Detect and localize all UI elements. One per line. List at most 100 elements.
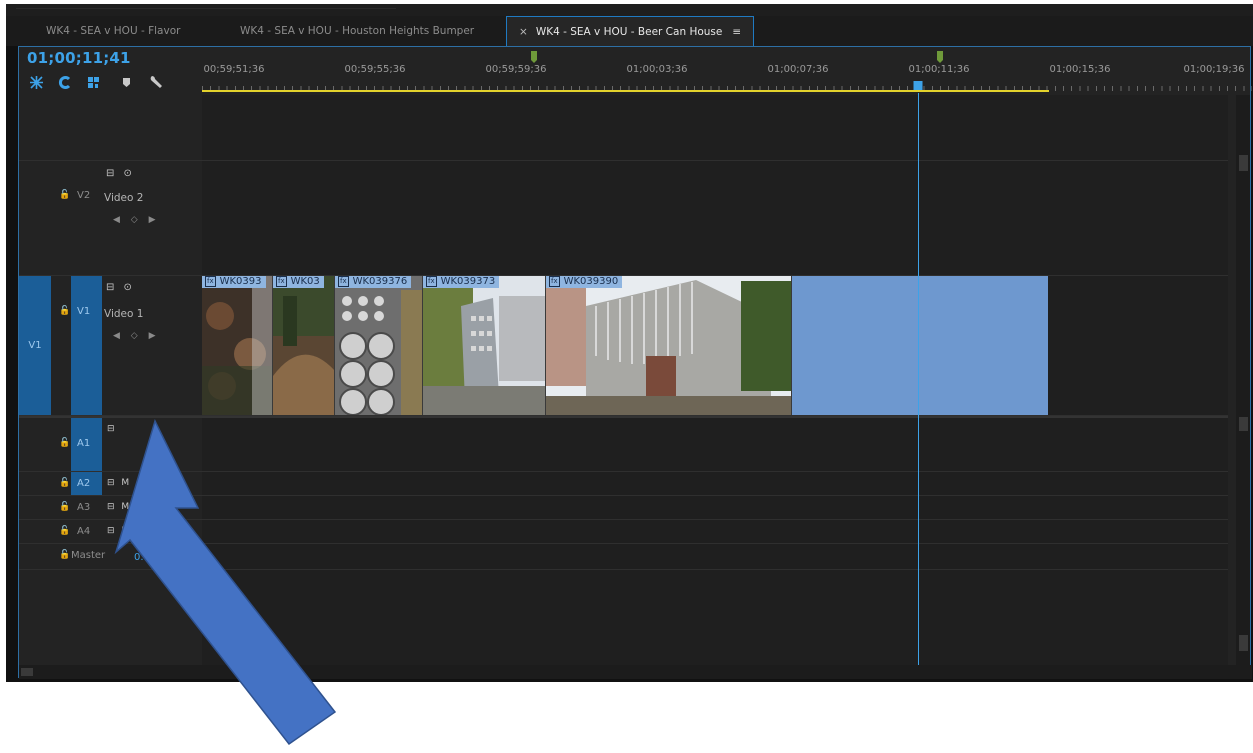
timeline-panel: 01;00;11;41 00;59;51;36 00;59;55;36 00;5… (18, 46, 1252, 679)
tab-houston-heights-bumper[interactable]: WK4 - SEA v HOU - Houston Heights Bumper (228, 16, 486, 46)
playhead-handle[interactable] (913, 81, 923, 90)
lock-icon[interactable]: 🔓 (59, 306, 70, 316)
video-clip[interactable]: fx WK039376 (335, 276, 423, 415)
scroll-thumb[interactable] (1239, 155, 1248, 171)
track-header-master: 🔓 Master 0.0 (19, 544, 202, 570)
lock-icon[interactable]: 🔓 (59, 550, 70, 560)
ruler-tick-label: 00;59;51;36 (203, 64, 265, 75)
scroll-thumb[interactable] (1239, 417, 1248, 431)
fx-badge-icon: fx (426, 276, 437, 287)
video-clip[interactable]: fx WK0393 (202, 276, 273, 415)
track-a4-icons[interactable]: ⊟ M S (107, 526, 144, 536)
top-strip-divider (16, 8, 396, 9)
tab-menu-icon[interactable]: ≡ (732, 26, 741, 38)
keyframe-nav-icons[interactable]: ◀ ◇ ▶ (113, 331, 160, 341)
track-header-a1: 🔓 A1 ⊟ (19, 416, 202, 472)
clip-name: WK03 (290, 276, 320, 287)
sequence-marker[interactable] (531, 51, 537, 63)
track-header-a2: 🔓 A2 ⊟ M (19, 472, 202, 496)
track-a2-label[interactable]: A2 (77, 478, 90, 489)
tab-houston-heights-bumper-label: WK4 - SEA v HOU - Houston Heights Bumper (240, 25, 475, 37)
sequence-tab-bar: WK4 - SEA v HOU - Flavor WK4 - SEA v HOU… (6, 16, 1253, 46)
master-track-label: Master (71, 550, 106, 561)
tab-flavor-label: WK4 - SEA v HOU - Flavor (46, 25, 181, 37)
clip-label: fx WK039376 (335, 276, 412, 288)
clip-name: WK039390 (563, 276, 619, 287)
track-v2-output-icons[interactable]: ⊟ ⊙ (106, 168, 135, 179)
track-v1-output-icons[interactable]: ⊟ ⊙ (106, 282, 135, 293)
track-row-v1[interactable]: fx WK0393 fx WK03 fx WK039376 fx WK039373 fx… (202, 276, 1228, 416)
lock-icon[interactable]: 🔓 (59, 190, 70, 200)
horizontal-scrollbar[interactable] (19, 665, 1252, 679)
track-row-a2[interactable] (202, 472, 1228, 496)
lock-icon[interactable]: 🔓 (59, 478, 70, 488)
window-top-strip (6, 4, 1253, 16)
fx-badge-icon: fx (338, 276, 349, 287)
add-marker-icon[interactable] (85, 73, 103, 91)
track-a1-icons[interactable]: ⊟ (107, 424, 117, 434)
clip-name: WK039376 (352, 276, 408, 287)
clip-name: WK0393 (219, 276, 262, 287)
fx-badge-icon: fx (205, 276, 216, 287)
sequence-marker[interactable] (937, 51, 943, 63)
track-row-a1[interactable] (202, 416, 1228, 472)
source-patch-v1[interactable]: V1 (19, 276, 51, 415)
lock-icon[interactable]: 🔓 (59, 438, 70, 448)
tab-beer-can-house-label: WK4 - SEA v HOU - Beer Can House (535, 26, 723, 38)
track-a3-icons[interactable]: ⊟ M (107, 502, 131, 512)
track-v1-label[interactable]: V1 (77, 306, 90, 317)
track-header-a4: 🔓 A4 ⊟ M S (19, 520, 202, 544)
playhead-timecode[interactable]: 01;00;11;41 (27, 49, 131, 67)
playhead-line (918, 93, 919, 665)
ruler-tick-label: 01;00;11;36 (908, 64, 970, 75)
tab-close-icon[interactable]: × (519, 26, 528, 38)
video-clip[interactable]: fx WK039373 (423, 276, 546, 415)
track-header-a3: 🔓 A3 ⊟ M (19, 496, 202, 520)
track-row-master[interactable] (202, 544, 1228, 570)
video-clip[interactable]: fx WK03 (273, 276, 335, 415)
keyframe-nav-icons[interactable]: ◀ ◇ ▶ (113, 215, 160, 225)
track-a4-label[interactable]: A4 (77, 526, 90, 537)
lock-icon[interactable]: 🔓 (59, 502, 70, 512)
tab-flavor[interactable]: WK4 - SEA v HOU - Flavor (34, 16, 192, 46)
marker-icon[interactable] (117, 73, 135, 91)
scroll-thumb[interactable] (21, 668, 33, 676)
scroll-thumb[interactable] (1239, 635, 1248, 651)
track-a3-label[interactable]: A3 (77, 502, 90, 513)
vertical-scrollbar[interactable] (1236, 95, 1250, 665)
premiere-window: WK4 - SEA v HOU - Flavor WK4 - SEA v HOU… (6, 4, 1253, 682)
wrench-icon[interactable] (147, 73, 165, 91)
clip-thumbnail (423, 276, 545, 415)
clip-label: fx WK0393 (202, 276, 266, 288)
master-volume-value[interactable]: 0.0 (134, 552, 150, 563)
selected-empty-region[interactable] (792, 276, 1048, 415)
track-a1-label[interactable]: A1 (77, 438, 90, 449)
clip-thumbnail (202, 276, 272, 415)
track-headers: ⊟ ⊙ 🔓 V2 Video 2 ◀ ◇ ▶ V1 🔓 V1 ⊟ ⊙ Video… (19, 95, 202, 665)
ruler-tick-label: 01;00;07;36 (767, 64, 829, 75)
track-row-v2[interactable] (202, 161, 1228, 276)
clip-thumbnail (273, 276, 334, 415)
ruler-tick-label: 00;59;59;36 (485, 64, 547, 75)
ruler-tick-label: 01;00;15;36 (1049, 64, 1111, 75)
track-v2-label[interactable]: V2 (77, 190, 90, 201)
clip-label: fx WK039373 (423, 276, 500, 288)
fx-badge-icon: fx (549, 276, 560, 287)
work-area-bar[interactable] (202, 90, 1049, 92)
track-target-v1[interactable] (71, 276, 102, 415)
time-ruler[interactable]: 00;59;51;36 00;59;55;36 00;59;59;36 01;0… (202, 47, 1252, 95)
empty-track-header (19, 95, 202, 161)
ruler-tick-label: 00;59;55;36 (344, 64, 406, 75)
track-row-a3[interactable] (202, 496, 1228, 520)
snap-icon[interactable] (27, 73, 45, 91)
clip-label: fx WK039390 (546, 276, 623, 288)
track-a2-icons[interactable]: ⊟ M (107, 478, 131, 488)
lock-icon[interactable]: 🔓 (59, 526, 70, 536)
ruler-tick-label: 01;00;03;36 (626, 64, 688, 75)
clip-label: fx WK03 (273, 276, 324, 288)
track-row-a4[interactable] (202, 520, 1228, 544)
tab-beer-can-house[interactable]: × WK4 - SEA v HOU - Beer Can House ≡ (506, 16, 755, 46)
linked-selection-icon[interactable] (55, 73, 73, 91)
video-clip[interactable]: fx WK039390 (546, 276, 792, 415)
track-area[interactable]: fx WK0393 fx WK03 fx WK039376 fx WK039373 fx… (202, 95, 1228, 665)
